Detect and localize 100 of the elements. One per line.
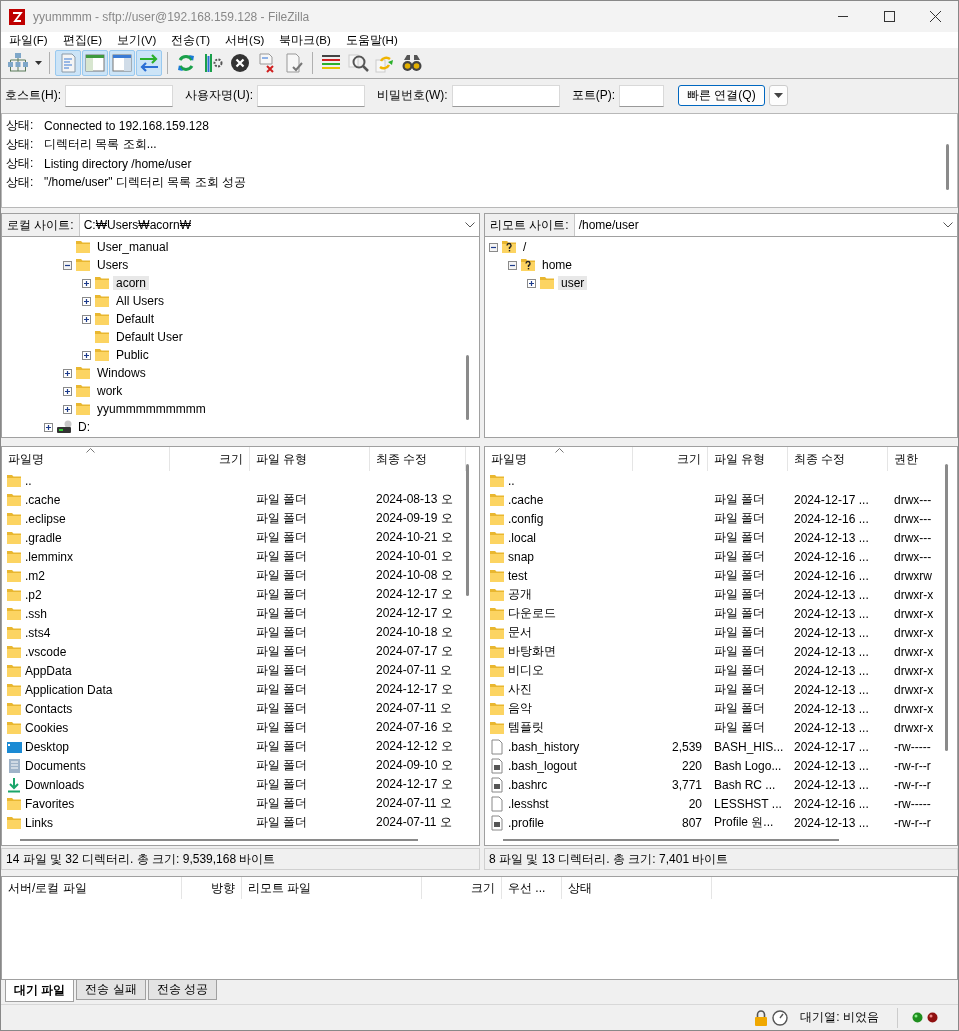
file-name[interactable]: .cache <box>25 492 61 507</box>
input-field[interactable] <box>257 84 365 107</box>
collapse-icon[interactable] <box>63 260 72 270</box>
expand-icon[interactable] <box>527 278 536 288</box>
column-header[interactable]: 리모트 파일 <box>242 877 422 899</box>
file-name[interactable]: Links <box>25 815 53 830</box>
scrollbar-thumb[interactable] <box>946 144 949 190</box>
column-header[interactable]: 방향 <box>182 877 242 899</box>
expand-icon[interactable] <box>63 386 72 396</box>
file-name[interactable]: 공개 <box>508 586 532 603</box>
menu-item[interactable]: 서버(S) <box>225 32 265 48</box>
file-name[interactable]: .ssh <box>25 606 47 621</box>
tree-item[interactable]: D: <box>75 420 93 434</box>
file-name[interactable]: Contacts <box>25 701 73 716</box>
tab[interactable]: 대기 파일 <box>5 980 75 1002</box>
input-field[interactable] <box>451 84 560 107</box>
file-name[interactable]: Favorites <box>25 796 75 811</box>
column-header[interactable]: 파일명 <box>2 447 170 471</box>
tree-item[interactable]: Users <box>94 258 132 272</box>
file-name[interactable]: Downloads <box>25 777 85 792</box>
file-name[interactable]: Desktop <box>25 739 70 754</box>
tree-item[interactable]: work <box>94 384 126 398</box>
collapse-icon[interactable] <box>508 260 517 270</box>
expand-icon[interactable] <box>82 314 91 324</box>
quickconnect-button[interactable]: 빠른 연결(Q) <box>678 85 765 106</box>
tree-item[interactable]: User_manual <box>94 240 172 254</box>
column-header[interactable]: 크기 <box>633 447 708 471</box>
scrollbar-thumb[interactable] <box>503 839 839 841</box>
file-name[interactable]: .m2 <box>25 568 45 583</box>
file-name[interactable]: 음악 <box>508 700 532 717</box>
column-header[interactable]: 파일명 <box>485 447 633 471</box>
tree-item[interactable]: All Users <box>113 294 167 308</box>
column-header[interactable]: 파일 유형 <box>708 447 788 471</box>
file-name[interactable]: .. <box>25 473 32 488</box>
expand-icon[interactable] <box>82 278 91 288</box>
tree-item[interactable]: Default User <box>113 330 186 344</box>
file-name[interactable]: 다운로드 <box>508 605 556 622</box>
file-name[interactable]: 문서 <box>508 624 532 641</box>
file-name[interactable]: Documents <box>25 758 86 773</box>
scrollbar-thumb[interactable] <box>20 839 418 841</box>
file-name[interactable]: 사진 <box>508 681 532 698</box>
tree-item[interactable]: Default <box>113 312 158 326</box>
expand-icon[interactable] <box>82 350 91 360</box>
file-name[interactable]: .p2 <box>25 587 42 602</box>
tab[interactable]: 전송 성공 <box>147 980 218 1000</box>
file-name[interactable]: Cookies <box>25 720 69 735</box>
file-name[interactable]: 템플릿 <box>508 719 544 736</box>
file-name[interactable]: Application Data <box>25 682 113 697</box>
expand-icon[interactable] <box>82 296 91 306</box>
tree-item[interactable]: / <box>520 240 530 254</box>
file-name[interactable]: .bashrc <box>508 777 548 792</box>
file-name[interactable]: .lemminx <box>25 549 73 564</box>
file-name[interactable]: .sts4 <box>25 625 51 640</box>
menu-item[interactable]: 도움말(H) <box>345 32 398 48</box>
expand-icon[interactable] <box>44 422 53 432</box>
column-header[interactable]: 서버/로컬 파일 <box>2 877 182 899</box>
expand-icon[interactable] <box>63 368 72 378</box>
column-header[interactable]: 최종 수정 <box>788 447 888 471</box>
file-name[interactable]: .profile <box>508 815 545 830</box>
file-name[interactable]: AppData <box>25 663 72 678</box>
column-header[interactable]: 크기 <box>170 447 250 471</box>
file-name[interactable]: 바탕화면 <box>508 643 556 660</box>
menu-item[interactable]: 북마크(B) <box>279 32 331 48</box>
menu-item[interactable]: 파일(F) <box>9 32 48 48</box>
maximize-icon[interactable] <box>883 11 895 22</box>
tab[interactable]: 전송 실패 <box>76 980 146 1000</box>
file-name[interactable]: .bash_history <box>508 739 580 754</box>
file-name[interactable]: .. <box>508 473 515 488</box>
menu-item[interactable]: 보기(V) <box>117 32 157 48</box>
tree-item[interactable]: yyummmmmmmmm <box>94 402 209 416</box>
file-name[interactable]: .bash_logout <box>508 758 577 773</box>
path-combobox[interactable]: /home/user <box>574 214 957 236</box>
menu-item[interactable]: 전송(T) <box>171 32 211 48</box>
file-name[interactable]: .lesshst <box>508 796 549 811</box>
column-header[interactable]: 우선 ... <box>502 877 562 899</box>
file-name[interactable]: .gradle <box>25 530 62 545</box>
tree-item[interactable]: Windows <box>94 366 149 380</box>
file-name[interactable]: test <box>508 568 528 583</box>
scrollbar-thumb[interactable] <box>945 464 948 751</box>
tree-item[interactable]: user <box>558 276 588 290</box>
menu-item[interactable]: 편집(E) <box>62 32 103 48</box>
file-name[interactable]: .cache <box>508 492 544 507</box>
file-name[interactable]: .local <box>508 530 536 545</box>
scrollbar-thumb[interactable] <box>466 355 469 420</box>
close-icon[interactable] <box>929 11 941 22</box>
file-name[interactable]: .vscode <box>25 644 67 659</box>
input-field[interactable] <box>65 84 173 107</box>
tree-item[interactable]: Public <box>113 348 152 362</box>
input-field[interactable] <box>619 84 664 107</box>
column-header[interactable]: 상태 <box>562 877 712 899</box>
tree-item[interactable]: acorn <box>113 276 150 290</box>
path-combobox[interactable]: C:₩Users₩acorn₩ <box>79 214 479 236</box>
file-name[interactable]: 비디오 <box>508 662 544 679</box>
column-header[interactable]: 파일 유형 <box>250 447 370 471</box>
collapse-icon[interactable] <box>489 242 498 252</box>
expand-icon[interactable] <box>63 404 72 414</box>
file-name[interactable]: .config <box>508 511 544 526</box>
column-header[interactable]: 크기 <box>422 877 502 899</box>
tree-item[interactable]: home <box>539 258 576 272</box>
scrollbar-thumb[interactable] <box>466 464 469 596</box>
